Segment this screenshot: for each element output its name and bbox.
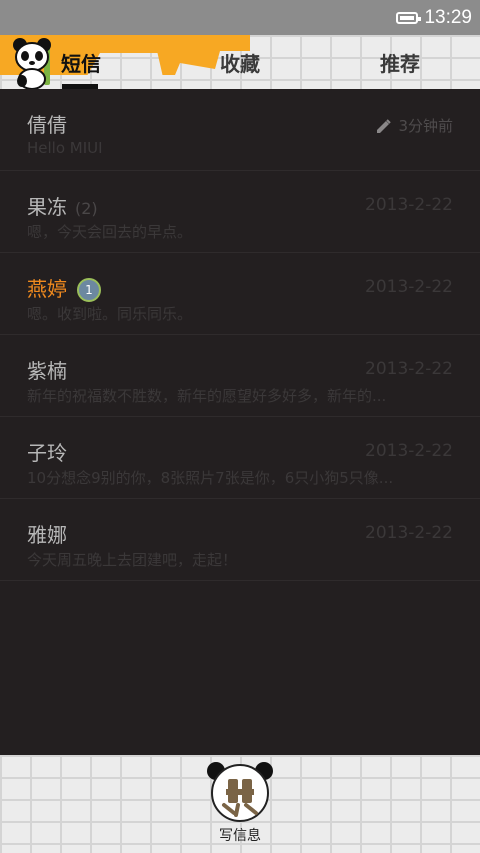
message-preview: 10分想念9别的你，8张照片7张是你，6只小狗5只像... bbox=[27, 469, 394, 487]
tab-recommended-label: 推荐 bbox=[380, 51, 420, 76]
compose-button[interactable]: 写信息 bbox=[202, 759, 278, 849]
contact-name: 果冻 (2) bbox=[27, 191, 98, 220]
contact-name: 雅娜 bbox=[27, 523, 67, 547]
conversation-time: 2013-2-22 bbox=[365, 441, 453, 461]
conversation-row[interactable]: 倩倩 3分钟前 Hello MIUI bbox=[0, 89, 480, 171]
contact-name-text: 果冻 bbox=[27, 195, 67, 219]
conversation-row[interactable]: 紫楠 2013-2-22 新年的祝福数不胜数，新年的愿望好多好多，新年的... bbox=[0, 335, 480, 417]
conversation-time: 3分钟前 bbox=[374, 115, 453, 136]
tab-sms-label: 短信 bbox=[61, 51, 101, 76]
conversation-time: 2013-2-22 bbox=[365, 277, 453, 297]
conversation-list: 倩倩 3分钟前 Hello MIUI 果冻 (2) 2013-2-22 嗯，今天会… bbox=[0, 89, 480, 581]
tab-favorites[interactable]: 收藏 bbox=[200, 35, 280, 89]
conversation-time: 2013-2-22 bbox=[365, 523, 453, 543]
tab-sms[interactable]: 短信 bbox=[56, 35, 106, 89]
message-preview: 新年的祝福数不胜数，新年的愿望好多好多，新年的... bbox=[27, 387, 387, 405]
status-bar: 13:29 bbox=[0, 0, 480, 35]
conversation-time: 2013-2-22 bbox=[365, 195, 453, 215]
tab-bar: 短信 收藏 推荐 bbox=[0, 35, 480, 89]
contact-name-text: 燕婷 bbox=[27, 277, 67, 301]
panda-logo-icon bbox=[13, 38, 51, 89]
tab-favorites-label: 收藏 bbox=[220, 51, 260, 76]
conversation-row[interactable]: 燕婷 1 2013-2-22 嗯。收到啦。同乐同乐。 bbox=[0, 253, 480, 335]
conversation-row[interactable]: 子玲 2013-2-22 10分想念9别的你，8张照片7张是你，6只小狗5只像.… bbox=[0, 417, 480, 499]
conversation-row[interactable]: 果冻 (2) 2013-2-22 嗯，今天会回去的早点。 bbox=[0, 171, 480, 253]
conversation-row[interactable]: 雅娜 2013-2-22 今天周五晚上去团建吧，走起！ bbox=[0, 499, 480, 581]
contact-name: 子玲 bbox=[27, 441, 67, 465]
message-count: (2) bbox=[75, 199, 98, 218]
tab-recommended[interactable]: 推荐 bbox=[360, 35, 440, 89]
message-preview: Hello MIUI bbox=[27, 139, 103, 157]
status-clock: 13:29 bbox=[424, 6, 472, 28]
contact-name: 紫楠 bbox=[27, 359, 67, 383]
message-preview: 嗯，今天会回去的早点。 bbox=[27, 223, 193, 241]
unread-badge: 1 bbox=[77, 278, 101, 302]
bottom-bar: 写信息 bbox=[0, 755, 480, 853]
compose-label: 写信息 bbox=[219, 828, 261, 844]
panda-compose-icon bbox=[207, 762, 273, 822]
contact-name: 燕婷 1 bbox=[27, 273, 101, 302]
contact-name: 倩倩 bbox=[27, 113, 67, 137]
battery-icon bbox=[396, 11, 422, 24]
time-label: 3分钟前 bbox=[398, 117, 453, 135]
message-preview: 嗯。收到啦。同乐同乐。 bbox=[27, 305, 193, 323]
conversation-time: 2013-2-22 bbox=[365, 359, 453, 379]
message-preview: 今天周五晚上去团建吧，走起！ bbox=[27, 551, 238, 569]
pencil-icon bbox=[377, 118, 392, 133]
